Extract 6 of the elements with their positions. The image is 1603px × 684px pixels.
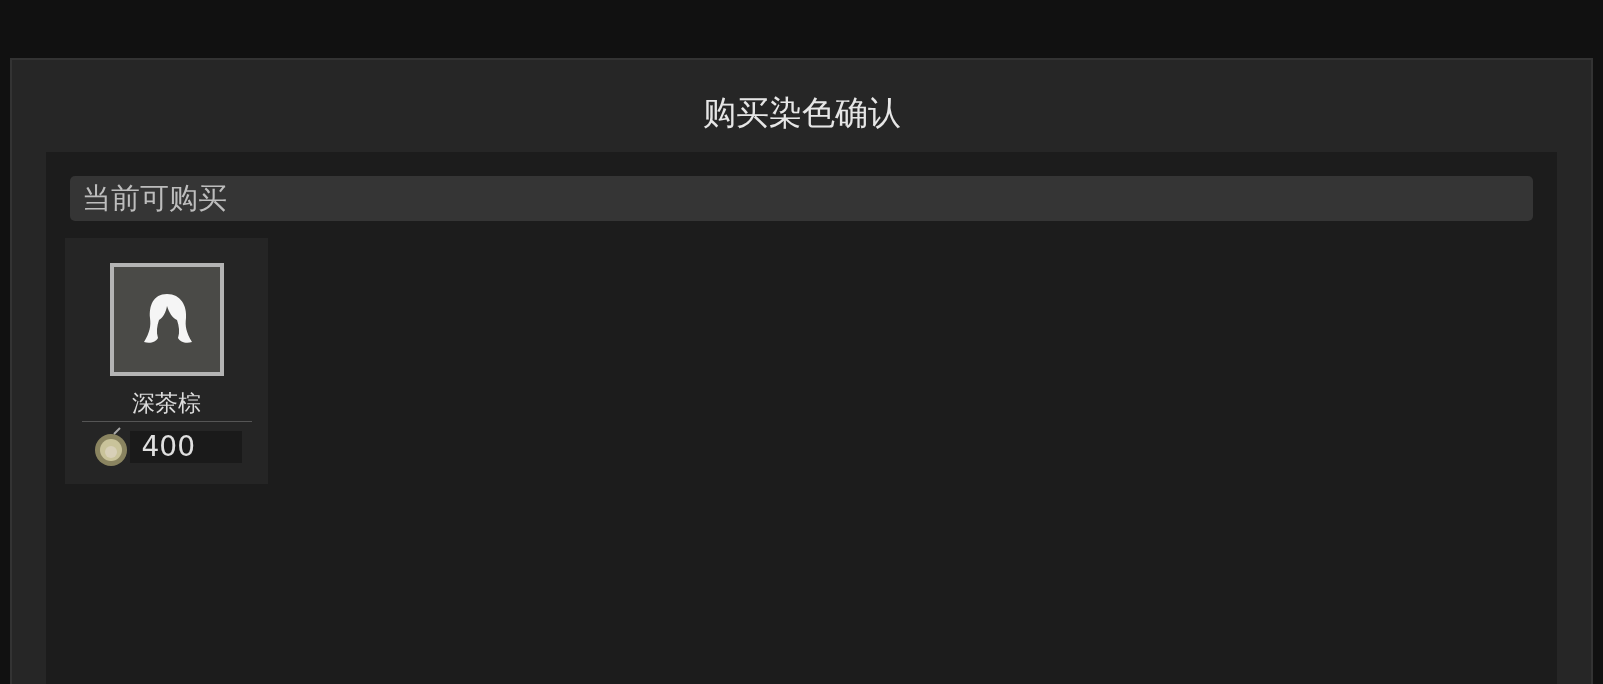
dialog-title: 购买染色确认 bbox=[702, 92, 901, 135]
hair-icon bbox=[109, 263, 224, 376]
item-name: 深茶棕 bbox=[132, 392, 201, 415]
item-card[interactable]: 深茶棕 400 bbox=[65, 238, 268, 484]
item-price: 400 bbox=[141, 433, 195, 461]
section-title: 当前可购买 bbox=[82, 179, 227, 217]
